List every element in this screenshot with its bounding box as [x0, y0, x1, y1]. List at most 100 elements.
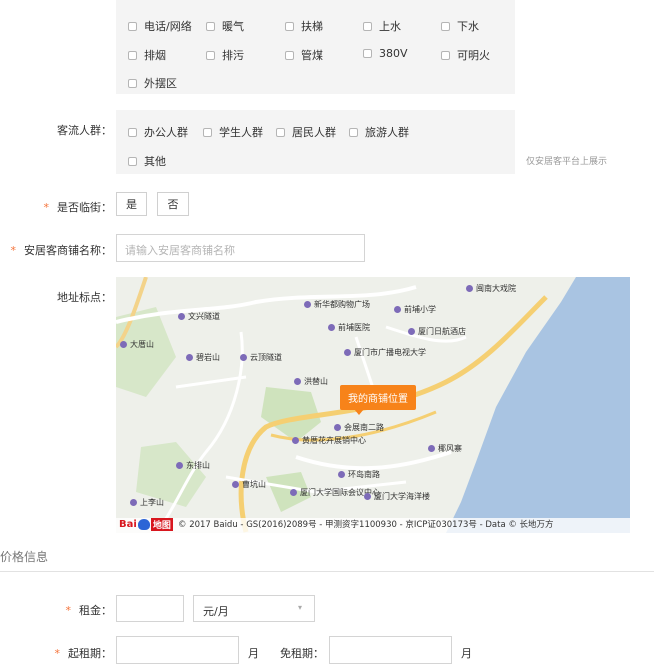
facility-checkbox[interactable]: 下水: [441, 18, 479, 34]
checkbox-box[interactable]: [128, 156, 137, 166]
crowd-label: 客流人群：: [57, 124, 112, 137]
lease-start-label: * 起租期：: [54, 647, 113, 660]
map-place-label: 大厝山: [120, 339, 154, 350]
map-place-label: 前埔医院: [328, 322, 370, 333]
map-place-label: 厦门市广播电视大学: [344, 347, 426, 358]
map-place-label: 东排山: [176, 460, 210, 471]
rent-unit-value: 元/月: [203, 605, 229, 618]
price-section-divider: [0, 571, 654, 572]
free-rent-label: 免租期：: [280, 647, 324, 660]
map-copyright: © 2017 Baidu - GS(2016)2089号 - 甲测资字11009…: [178, 520, 554, 530]
checkbox-box[interactable]: [363, 49, 372, 58]
facility-label: 380V: [379, 47, 408, 60]
poi-icon: [292, 437, 299, 444]
checkbox-box[interactable]: [363, 21, 372, 31]
baidu-map-text: 地图: [150, 518, 173, 531]
map-view[interactable]: 闽南大戏院 新华都购物广场 前埔小学 前埔医院 厦门日航酒店 文兴隧道 大厝山 碧岩山 云顶隧道…: [116, 277, 630, 533]
rent-unit-select[interactable]: 元/月 ▾: [193, 595, 315, 622]
facility-label: 排烟: [144, 49, 166, 62]
map-place-label: 黄厝花卉展销中心: [292, 435, 366, 446]
map-label: 地址标点：: [57, 291, 112, 304]
crowd-checkbox[interactable]: 其他: [128, 153, 166, 169]
crowd-hint: 仅安居客平台上展示: [526, 157, 608, 167]
rent-input[interactable]: [116, 595, 184, 622]
poi-icon: [338, 471, 345, 478]
facility-label: 电话/网络: [144, 20, 192, 33]
checkbox-box[interactable]: [128, 78, 137, 88]
lease-start-input[interactable]: [116, 636, 239, 664]
map-place-name: 前埔小学: [404, 305, 436, 314]
facility-checkbox[interactable]: 管煤: [285, 47, 323, 63]
poi-icon: [294, 378, 301, 385]
shop-name-input[interactable]: 请输入安居客商铺名称: [116, 234, 365, 262]
free-rent-input[interactable]: [329, 636, 452, 664]
facility-checkbox[interactable]: 外摆区: [128, 75, 177, 91]
map-place-name: 上李山: [140, 498, 164, 507]
checkbox-box[interactable]: [349, 127, 358, 137]
crowd-option-label: 其他: [144, 155, 166, 168]
map-place-name: 云顶隧道: [250, 353, 282, 362]
shop-marker-pointer-icon: [354, 409, 364, 415]
crowd-checkbox[interactable]: 旅游人群: [349, 124, 409, 140]
poi-icon: [176, 462, 183, 469]
shop-name-label: * 安居客商铺名称：: [10, 244, 113, 257]
checkbox-box[interactable]: [128, 127, 137, 137]
poi-icon: [304, 301, 311, 308]
baidu-paw-icon: [137, 519, 150, 530]
map-place-label: 上李山: [130, 497, 164, 508]
free-rent-unit: 月: [461, 647, 472, 660]
facility-label: 可明火: [457, 49, 490, 62]
facility-checkbox[interactable]: 上水: [363, 18, 401, 34]
crowd-panel: [116, 110, 515, 174]
lease-start-unit: 月: [248, 647, 259, 660]
baidu-logo-text: Bai: [119, 519, 137, 530]
facility-checkbox[interactable]: 380V: [363, 47, 408, 60]
map-place-label: 厦门日航酒店: [408, 326, 466, 337]
road-white-6: [175, 375, 247, 389]
street-label: * 是否临街：: [43, 201, 113, 214]
poi-icon: [120, 341, 127, 348]
poi-icon: [290, 489, 297, 496]
crowd-checkbox[interactable]: 居民人群: [276, 124, 336, 140]
checkbox-box[interactable]: [276, 127, 285, 137]
map-place-label: 新华都购物广场: [304, 299, 370, 310]
shop-marker[interactable]: 我的商铺位置: [340, 385, 416, 410]
facility-checkbox[interactable]: 可明火: [441, 47, 490, 63]
poi-icon: [232, 481, 239, 488]
poi-icon: [178, 313, 185, 320]
map-place-label: 碧岩山: [186, 352, 220, 363]
street-no-button[interactable]: 否: [157, 192, 189, 216]
checkbox-box[interactable]: [441, 50, 450, 60]
map-place-label: 椰风寨: [428, 443, 462, 454]
street-yes-button[interactable]: 是: [116, 192, 147, 216]
checkbox-box[interactable]: [285, 21, 294, 31]
map-place-name: 会展南二路: [344, 423, 384, 432]
facility-checkbox[interactable]: 暖气: [206, 18, 244, 34]
checkbox-box[interactable]: [441, 21, 450, 31]
poi-icon: [328, 324, 335, 331]
map-place-name: 文兴隧道: [188, 312, 220, 321]
checkbox-box[interactable]: [285, 50, 294, 60]
facility-checkbox[interactable]: 电话/网络: [128, 18, 192, 34]
checkbox-box[interactable]: [128, 50, 137, 60]
checkbox-box[interactable]: [206, 50, 215, 60]
facility-checkbox[interactable]: 排烟: [128, 47, 166, 63]
map-place-name: 厦门市广播电视大学: [354, 348, 426, 357]
map-place-name: 厦门大学海洋楼: [374, 492, 430, 501]
crowd-checkbox[interactable]: 办公人群: [128, 124, 188, 140]
facility-label: 排污: [222, 49, 244, 62]
facility-checkbox[interactable]: 扶梯: [285, 18, 323, 34]
map-place-label: 环岛南路: [338, 469, 380, 480]
road-white-3: [295, 450, 452, 471]
map-place-name: 洪替山: [304, 377, 328, 386]
map-place-name: 碧岩山: [196, 353, 220, 362]
facility-label: 下水: [457, 20, 479, 33]
checkbox-box[interactable]: [203, 127, 212, 137]
facility-checkbox[interactable]: 排污: [206, 47, 244, 63]
checkbox-box[interactable]: [206, 21, 215, 31]
baidu-map-logo[interactable]: Bai 地图: [119, 518, 173, 531]
poi-icon: [408, 328, 415, 335]
checkbox-box[interactable]: [128, 21, 137, 31]
facility-label: 扶梯: [301, 20, 323, 33]
crowd-checkbox[interactable]: 学生人群: [203, 124, 263, 140]
